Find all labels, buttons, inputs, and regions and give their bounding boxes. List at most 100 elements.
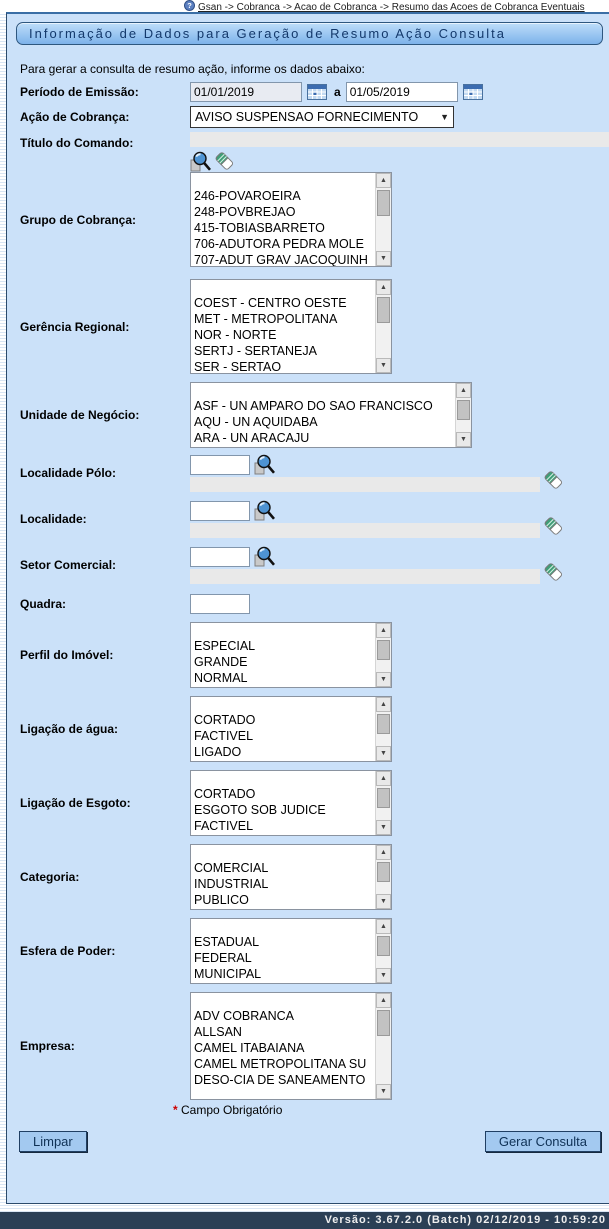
scrollbar[interactable]: ▲ ▼: [375, 697, 391, 761]
help-icon[interactable]: [184, 0, 195, 12]
list-option[interactable]: MUNICIPAL: [194, 966, 375, 982]
list-option[interactable]: SER - SERTAO: [194, 359, 375, 373]
list-option[interactable]: CAMEL ITABAIANA: [194, 1040, 375, 1056]
required-asterisk: *: [173, 1103, 178, 1117]
magnifier-icon[interactable]: [254, 500, 276, 521]
list-option[interactable]: ASF - UN AMPARO DO SAO FRANCISCO: [194, 398, 455, 414]
list-option[interactable]: AQU - UN AQUIDABA: [194, 414, 455, 430]
list-option[interactable]: 248-POVBREJAO: [194, 204, 375, 220]
scrollbar-thumb[interactable]: [377, 862, 390, 882]
list-option[interactable]: ADV COBRANCA: [194, 1008, 375, 1024]
magnifier-icon[interactable]: [254, 454, 276, 475]
scrollbar-thumb[interactable]: [377, 788, 390, 808]
scrollbar-up-icon[interactable]: ▲: [376, 919, 391, 934]
scrollbar[interactable]: ▲ ▼: [375, 280, 391, 373]
list-option[interactable]: DESO-CIA DE SANEAMENTO: [194, 1072, 375, 1088]
scrollbar-up-icon[interactable]: ▲: [376, 993, 391, 1008]
scrollbar[interactable]: ▲ ▼: [375, 173, 391, 266]
list-option[interactable]: CORTADO: [194, 712, 375, 728]
scrollbar-down-icon[interactable]: ▼: [376, 894, 391, 909]
list-option[interactable]: INDUSTRIAL: [194, 876, 375, 892]
list-option[interactable]: 707-ADUT GRAV JACOQUINH: [194, 252, 375, 266]
scrollbar-down-icon[interactable]: ▼: [376, 1084, 391, 1099]
list-option[interactable]: GRANDE: [194, 654, 375, 670]
localidade-input[interactable]: [190, 501, 250, 521]
list-option[interactable]: ESPECIAL: [194, 638, 375, 654]
ligacao-esgoto-listbox[interactable]: CORTADOESGOTO SOB JUDICEFACTIVEL ▲ ▼: [190, 770, 392, 836]
empresa-listbox[interactable]: ADV COBRANCAALLSANCAMEL ITABAIANACAMEL M…: [190, 992, 392, 1100]
scrollbar-down-icon[interactable]: ▼: [376, 251, 391, 266]
list-option[interactable]: ESTADUAL: [194, 934, 375, 950]
scrollbar-thumb[interactable]: [377, 640, 390, 660]
scrollbar-down-icon[interactable]: ▼: [376, 746, 391, 761]
list-option[interactable]: SERTJ - SERTANEJA: [194, 343, 375, 359]
setor-comercial-input[interactable]: [190, 547, 250, 567]
eraser-icon[interactable]: [543, 561, 564, 583]
scrollbar-down-icon[interactable]: ▼: [376, 968, 391, 983]
list-option[interactable]: 415-TOBIASBARRETO: [194, 220, 375, 236]
scrollbar[interactable]: ▲ ▼: [375, 771, 391, 835]
list-option[interactable]: LIGADO: [194, 744, 375, 760]
list-option[interactable]: ARA - UN ARACAJU: [194, 430, 455, 446]
list-option[interactable]: MET - METROPOLITANA: [194, 311, 375, 327]
scrollbar-thumb[interactable]: [377, 1010, 390, 1036]
scrollbar-up-icon[interactable]: ▲: [376, 280, 391, 295]
magnifier-icon[interactable]: [254, 546, 276, 567]
list-option[interactable]: FACTIVEL: [194, 818, 375, 834]
list-option[interactable]: 246-POVAROEIRA: [194, 188, 375, 204]
scrollbar-up-icon[interactable]: ▲: [376, 623, 391, 638]
eraser-icon[interactable]: [214, 150, 235, 172]
list-option[interactable]: FEDERAL: [194, 950, 375, 966]
scrollbar-down-icon[interactable]: ▼: [376, 820, 391, 835]
calendar-icon[interactable]: [307, 84, 327, 100]
scrollbar-down-icon[interactable]: ▼: [456, 432, 471, 447]
scrollbar-thumb[interactable]: [377, 714, 390, 734]
scrollbar-thumb[interactable]: [377, 936, 390, 956]
gerencia-regional-listbox[interactable]: COEST - CENTRO OESTEMET - METROPOLITANAN…: [190, 279, 392, 374]
scrollbar-thumb[interactable]: [457, 400, 470, 420]
list-option[interactable]: CORTADO: [194, 786, 375, 802]
scrollbar-thumb[interactable]: [377, 190, 390, 216]
scrollbar-up-icon[interactable]: ▲: [376, 697, 391, 712]
scrollbar[interactable]: ▲ ▼: [375, 919, 391, 983]
calendar-icon[interactable]: [463, 84, 483, 100]
list-option[interactable]: ESGOTO SOB JUDICE: [194, 802, 375, 818]
list-option[interactable]: ALLSAN: [194, 1024, 375, 1040]
scrollbar-up-icon[interactable]: ▲: [456, 383, 471, 398]
periodo-inicio-input[interactable]: [190, 82, 302, 102]
ligacao-agua-listbox[interactable]: CORTADOFACTIVELLIGADO ▲ ▼: [190, 696, 392, 762]
list-option[interactable]: NOR - NORTE: [194, 327, 375, 343]
list-option[interactable]: CAMEL METROPOLITANA SU: [194, 1056, 375, 1072]
list-option[interactable]: NORMAL: [194, 670, 375, 686]
list-option[interactable]: COEST - CENTRO OESTE: [194, 295, 375, 311]
list-option[interactable]: COMERCIAL: [194, 860, 375, 876]
list-option[interactable]: PUBLICO: [194, 892, 375, 908]
scrollbar[interactable]: ▲ ▼: [375, 993, 391, 1099]
periodo-fim-input[interactable]: [346, 82, 458, 102]
acao-cobranca-select[interactable]: AVISO SUSPENSAO FORNECIMENTO ▼: [190, 106, 454, 128]
quadra-input[interactable]: [190, 594, 250, 614]
scrollbar-down-icon[interactable]: ▼: [376, 672, 391, 687]
scrollbar-up-icon[interactable]: ▲: [376, 173, 391, 188]
scrollbar[interactable]: ▲ ▼: [375, 845, 391, 909]
magnifier-icon[interactable]: [190, 151, 212, 172]
scrollbar-down-icon[interactable]: ▼: [376, 358, 391, 373]
scrollbar[interactable]: ▲ ▼: [455, 383, 471, 447]
grupo-cobranca-listbox[interactable]: 246-POVAROEIRA248-POVBREJAO415-TOBIASBAR…: [190, 172, 392, 267]
scrollbar[interactable]: ▲ ▼: [375, 623, 391, 687]
list-option[interactable]: FACTIVEL: [194, 728, 375, 744]
scrollbar-up-icon[interactable]: ▲: [376, 771, 391, 786]
scrollbar-thumb[interactable]: [377, 297, 390, 323]
breadcrumb-link[interactable]: Gsan -> Cobranca -> Acao de Cobranca -> …: [198, 2, 585, 12]
unidade-negocio-listbox[interactable]: ASF - UN AMPARO DO SAO FRANCISCOAQU - UN…: [190, 382, 472, 448]
perfil-imovel-listbox[interactable]: ESPECIALGRANDENORMAL ▲ ▼: [190, 622, 392, 688]
list-option[interactable]: 706-ADUTORA PEDRA MOLE: [194, 236, 375, 252]
gerar-consulta-button[interactable]: Gerar Consulta: [485, 1131, 601, 1152]
limpar-button[interactable]: Limpar: [19, 1131, 87, 1152]
eraser-icon[interactable]: [543, 515, 564, 537]
categoria-listbox[interactable]: COMERCIALINDUSTRIALPUBLICO ▲ ▼: [190, 844, 392, 910]
esfera-poder-listbox[interactable]: ESTADUALFEDERALMUNICIPAL ▲ ▼: [190, 918, 392, 984]
scrollbar-up-icon[interactable]: ▲: [376, 845, 391, 860]
eraser-icon[interactable]: [543, 469, 564, 491]
localidade-polo-input[interactable]: [190, 455, 250, 475]
